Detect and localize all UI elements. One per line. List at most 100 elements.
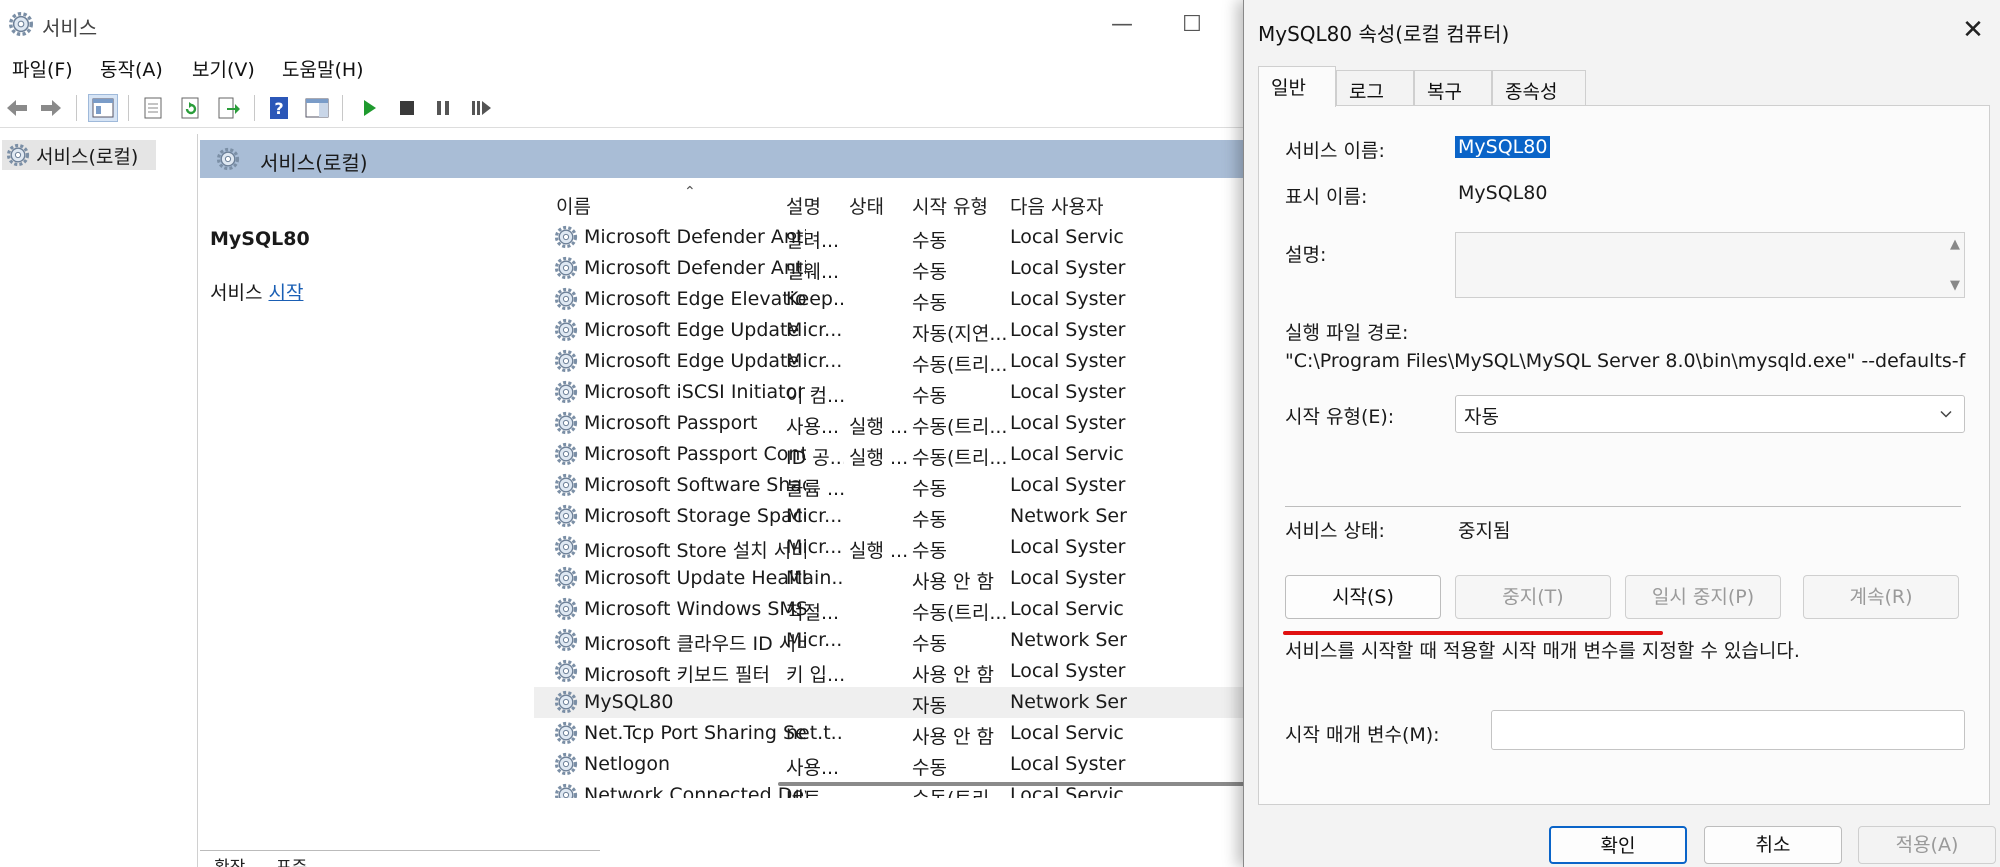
cell-name: Microsoft Defender Antivir... — [584, 257, 806, 279]
table-row[interactable]: Microsoft Edge Elevation S...Keep... 수동 Lo… — [534, 284, 1245, 315]
cell-description: Micr... — [786, 629, 843, 651]
cell-name: Microsoft 클라우드 ID 서비... — [584, 633, 806, 655]
scroll-down-icon[interactable]: ▼ — [1950, 278, 1960, 293]
description-field[interactable]: ▲ ▼ — [1455, 232, 1965, 298]
menu-action[interactable]: 동작(A) — [100, 55, 163, 82]
tab-general[interactable]: 일반 — [1258, 66, 1336, 107]
table-row[interactable]: Microsoft Passport 사용... 실행 ... 수동(트리... Loc… — [534, 408, 1245, 439]
forward-arrow-icon[interactable] — [36, 94, 66, 122]
toolbar: ? — [0, 88, 1245, 128]
sort-ascending-icon: ⌃ — [684, 184, 696, 200]
menu-file[interactable]: 파일(F) — [12, 55, 73, 82]
table-row[interactable]: Microsoft Edge Update Ser...Micr... 수동(트리… — [534, 346, 1245, 377]
menu-help[interactable]: 도움말(H) — [282, 55, 364, 82]
cell-status: 실행 ... — [849, 540, 907, 562]
executable-path-value[interactable]: "C:\Program Files\MySQL\MySQL Server 8.0… — [1285, 350, 1985, 372]
table-row[interactable]: Microsoft Store 설치 서비스 Micr... 실행 ... 수동 Loc… — [534, 532, 1245, 563]
tab-recovery[interactable]: 복구 — [1414, 70, 1492, 106]
column-header-description[interactable]: 설명 — [786, 192, 821, 222]
close-icon[interactable]: ✕ — [1956, 14, 1990, 48]
services-gear-icon — [8, 11, 34, 37]
table-row[interactable]: Microsoft Passport ContainerID 공...실행 ..… — [534, 439, 1245, 470]
detail-header-title: 서비스(로컬) — [260, 151, 368, 175]
pause-button[interactable]: 일시 중지(P) — [1625, 575, 1781, 619]
stop-service-icon[interactable] — [392, 94, 422, 122]
service-gear-icon — [554, 566, 578, 590]
list-header: ⌃ 이름 설명 상태 시작 유형 다음 사용자 — [534, 178, 1245, 222]
cell-log-on-as: Local Syster — [1010, 567, 1126, 589]
cell-startup-type: 사용 안 함 — [912, 571, 994, 593]
display-name-value[interactable]: MySQL80 — [1458, 182, 1547, 204]
table-row[interactable]: Microsoft Update Health S...Main... 사용 안 … — [534, 563, 1245, 594]
cell-name: Microsoft Passport — [584, 412, 758, 434]
service-gear-icon — [554, 597, 578, 621]
table-row[interactable]: Microsoft 키보드 필터 키 입... 사용 안 함 Local Syster — [534, 656, 1245, 687]
resume-button[interactable]: 계속(R) — [1803, 575, 1959, 619]
cancel-button[interactable]: 취소 — [1704, 826, 1842, 864]
service-name-value[interactable]: MySQL80 — [1455, 136, 1551, 158]
start-service-link[interactable]: 시작 — [269, 282, 304, 304]
help-icon[interactable]: ? — [264, 94, 294, 122]
cell-description: 이 컴... — [786, 385, 844, 407]
table-row[interactable]: Microsoft Defender Antivir...맬웨... 수동 Loca… — [534, 253, 1245, 284]
table-row[interactable]: Microsoft Edge Update Ser...Micr... 자동(지연… — [534, 315, 1245, 346]
cell-startup-type: 수동(트리... — [912, 602, 1006, 624]
detail-header: 서비스(로컬) — [200, 140, 1245, 178]
pause-service-icon[interactable] — [428, 94, 458, 122]
scroll-up-icon[interactable]: ▲ — [1950, 237, 1960, 252]
tab-standard[interactable]: 표준 — [276, 853, 307, 867]
export-list-icon[interactable] — [214, 94, 244, 122]
cell-description: Main... — [786, 567, 844, 589]
column-header-log-on-as[interactable]: 다음 사용자 — [1010, 192, 1103, 222]
tab-log-on[interactable]: 로그온 — [1336, 70, 1414, 130]
table-row[interactable]: Microsoft 클라우드 ID 서비...Micr... 수동 Network … — [534, 625, 1245, 656]
table-row[interactable]: Microsoft Defender Antivir...알려... 수동 Loca… — [534, 222, 1245, 253]
table-row-selected[interactable]: MySQL80 자동 Network Ser — [534, 687, 1245, 718]
start-button[interactable]: 시작(S) — [1285, 575, 1441, 619]
start-params-input[interactable] — [1491, 710, 1965, 750]
horizontal-scrollbar[interactable] — [548, 774, 1378, 792]
cell-log-on-as: Local Syster — [1010, 474, 1126, 496]
column-header-startup-type[interactable]: 시작 유형 — [912, 192, 988, 222]
column-header-status[interactable]: 상태 — [849, 192, 884, 222]
table-row[interactable]: Net.Tcp Port Sharing Servicenet.t... 사용 안… — [534, 718, 1245, 749]
maximize-button[interactable]: ☐ — [1172, 10, 1212, 40]
table-row[interactable]: Microsoft Software Shado...볼륨 ... 수동 Local… — [534, 470, 1245, 501]
table-row[interactable]: Microsoft iSCSI Initiator Se...이 컴... 수동 L… — [534, 377, 1245, 408]
startup-type-select[interactable]: 자동 — [1455, 395, 1965, 433]
column-header-name[interactable]: 이름 — [556, 192, 591, 222]
table-row[interactable]: Microsoft Storage Spaces ...Micr... 수동 Net… — [534, 501, 1245, 532]
cell-log-on-as: Network Ser — [1010, 505, 1127, 527]
apply-button[interactable]: 적용(A) — [1858, 826, 1996, 864]
cell-startup-type: 수동(트리... — [912, 354, 1006, 376]
cell-name: Microsoft Store 설치 서비스 — [584, 540, 806, 562]
show-hide-pane-icon[interactable] — [302, 94, 332, 122]
cell-log-on-as: Local Servic — [1010, 443, 1124, 465]
tree-item-services-local[interactable]: 서비스(로컬) — [2, 140, 156, 170]
cell-startup-type: 수동(트리... — [912, 416, 1006, 438]
cell-name: Microsoft Defender Antivir... — [584, 226, 806, 248]
properties-icon[interactable] — [138, 94, 168, 122]
minimize-button[interactable]: — — [1102, 10, 1142, 40]
tab-dependencies[interactable]: 종속성 — [1492, 70, 1586, 106]
ok-button[interactable]: 확인 — [1549, 826, 1687, 864]
back-arrow-icon[interactable] — [2, 94, 32, 122]
tab-extended[interactable]: 확장 — [214, 853, 245, 867]
stop-button[interactable]: 중지(T) — [1455, 575, 1611, 619]
table-row[interactable]: Microsoft Windows SMS ...적절... 수동(트리...Lo… — [534, 594, 1245, 625]
cell-log-on-as: Local Syster — [1010, 319, 1126, 341]
service-gear-icon — [554, 504, 578, 528]
console-tree: 서비스(로컬) — [0, 134, 198, 867]
cell-name: MySQL80 — [584, 691, 674, 713]
cell-name: Netlogon — [584, 753, 670, 775]
refresh-icon[interactable] — [176, 94, 206, 122]
start-params-hint: 서비스를 시작할 때 적용할 시작 매개 변수를 지정할 수 있습니다. — [1285, 640, 1800, 662]
cell-status: 실행 ... — [849, 447, 907, 469]
service-gear-icon — [554, 349, 578, 373]
menu-view[interactable]: 보기(V) — [192, 55, 255, 82]
services-list: ⌃ 이름 설명 상태 시작 유형 다음 사용자 Microsoft Defend… — [534, 178, 1245, 798]
cell-status: 실행 ... — [849, 416, 907, 438]
start-service-icon[interactable] — [354, 94, 384, 122]
console-tree-icon[interactable] — [88, 94, 118, 122]
restart-service-icon[interactable] — [466, 94, 496, 122]
